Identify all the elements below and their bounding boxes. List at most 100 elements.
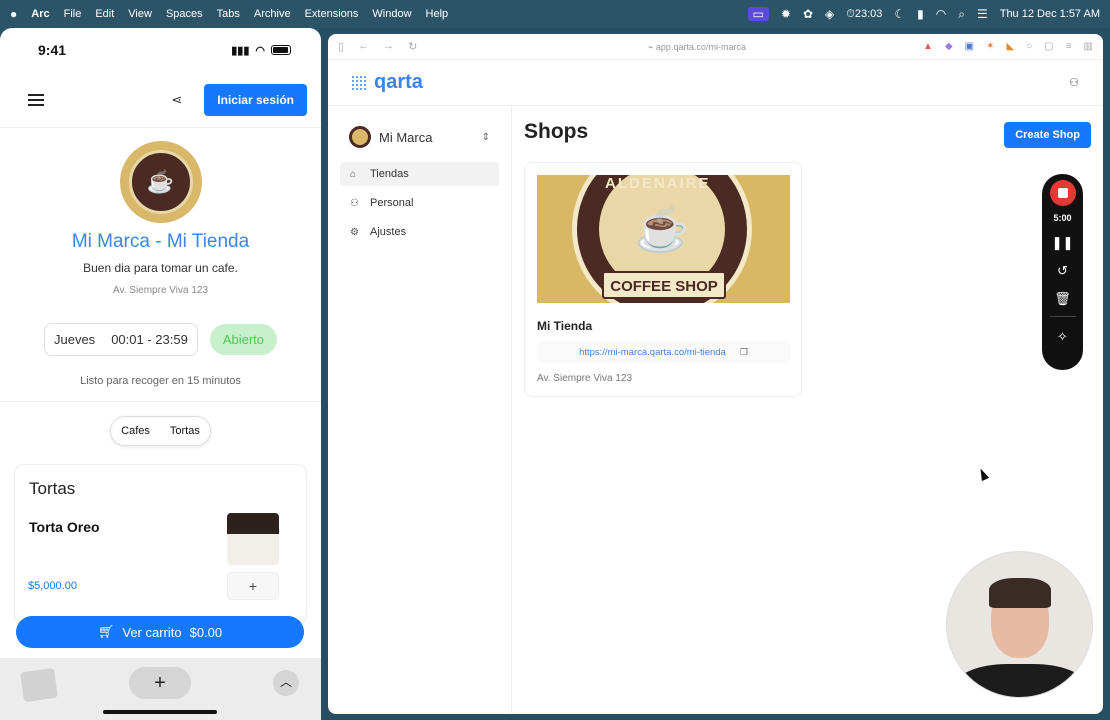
login-button[interactable]: Iniciar sesión xyxy=(204,83,307,116)
gear-icon[interactable]: ✹ xyxy=(781,8,791,20)
menu-edit[interactable]: Edit xyxy=(95,8,114,20)
extension-icon[interactable]: ▲ xyxy=(923,41,933,52)
menu-datetime[interactable]: Thu 12 Dec 1:57 AM xyxy=(1000,8,1100,20)
restart-icon[interactable]: ↺ xyxy=(1042,263,1083,279)
menu-archive[interactable]: Archive xyxy=(254,8,291,20)
menu-file[interactable]: File xyxy=(64,8,82,20)
brand-avatar xyxy=(349,126,371,148)
product-price: $5,000.00 xyxy=(28,580,77,592)
menu-bar: ● Arc File Edit View Spaces Tabs Archive… xyxy=(0,0,1110,28)
menu-app-name[interactable]: Arc xyxy=(31,8,49,20)
brand-address: Av. Siempre Viva 123 xyxy=(112,285,209,296)
menu-status-area: ▭ ✹ ✿ ◈ ⏱23:03 ☾ ▮ ◠ ⌕ ☰ Thu 12 Dec 1:57… xyxy=(747,7,1100,21)
control-center-icon[interactable]: ☰ xyxy=(977,8,988,20)
menu-view[interactable]: View xyxy=(128,8,152,20)
copy-icon[interactable]: ❐ xyxy=(740,347,748,358)
phone-status-bar: 9:41 ▮▮▮ ◠ xyxy=(0,28,321,72)
banner-ribbon-text: COFFEE SHOP xyxy=(602,271,726,299)
extension-icon[interactable]: ◆ xyxy=(945,41,953,52)
create-shop-button[interactable]: Create Shop xyxy=(1004,122,1091,148)
menu-timer[interactable]: ⏱23:03 xyxy=(846,8,882,21)
app-sidebar: Mi Marca ⇕ ⌂ Tiendas ⚇ Personal ⚙ Ajuste… xyxy=(328,106,512,714)
shop-link[interactable]: https://mi-marca.qarta.co/mi-tienda xyxy=(579,347,726,358)
recording-time: 5:00 xyxy=(1053,213,1072,223)
user-icon: ⚇ xyxy=(350,197,359,209)
shop-card[interactable]: ☕ ALDENAIRE COFFEE SHOP Mi Tienda https:… xyxy=(524,162,802,397)
webcam-bubble[interactable] xyxy=(946,551,1093,698)
stop-recording-button[interactable] xyxy=(1049,180,1076,206)
extension-icon[interactable]: ○ xyxy=(1026,41,1032,52)
wifi-icon[interactable]: ◠ xyxy=(936,8,946,20)
signal-icon: ▮▮▮ xyxy=(231,44,250,57)
sidebar-item-personal[interactable]: ⚇ Personal xyxy=(340,191,499,215)
view-cart-button[interactable]: 🛒︎ Ver carrito $0.00 xyxy=(16,616,304,648)
menu-extensions[interactable]: Extensions xyxy=(305,8,359,20)
extension-icon[interactable]: ▢ xyxy=(1044,41,1053,52)
status-badge: Abierto xyxy=(209,324,278,355)
category-tab-cafes[interactable]: Cafes xyxy=(111,417,160,445)
sidebar-item-label: Personal xyxy=(370,197,414,209)
menu-spaces[interactable]: Spaces xyxy=(166,8,203,20)
divider xyxy=(0,401,321,402)
phone-header: ⋖ Iniciar sesión xyxy=(0,72,321,128)
banner-top-text: ALDENAIRE xyxy=(605,175,711,192)
menu-tabs[interactable]: Tabs xyxy=(217,8,240,20)
tabs-overview-button[interactable] xyxy=(20,667,58,703)
brand-logo: ☕ xyxy=(119,141,202,223)
search-icon[interactable]: ⌕ xyxy=(958,8,965,20)
category-tab-tortas[interactable]: Tortas xyxy=(160,417,210,445)
extension-icon[interactable]: ✶ xyxy=(986,41,994,52)
metamask-icon[interactable]: ◣ xyxy=(1007,41,1015,52)
pickup-time: Listo para recoger en 15 minutos xyxy=(80,375,241,387)
apple-icon[interactable]: ● xyxy=(10,8,17,20)
chevron-up-icon[interactable]: ︿ xyxy=(273,670,299,696)
openai-icon[interactable]: ✿ xyxy=(803,8,813,20)
cart-label: Ver carrito xyxy=(122,624,182,640)
sidebar-toggle-icon[interactable]: ▯ xyxy=(338,40,344,53)
cart-total: $0.00 xyxy=(189,624,223,640)
product-image[interactable] xyxy=(227,513,279,565)
moon-icon[interactable]: ☾ xyxy=(894,8,905,20)
store-icon: ⌂ xyxy=(350,168,357,180)
menu-window[interactable]: Window xyxy=(372,8,411,20)
reload-icon[interactable]: ↻ xyxy=(408,40,417,53)
stack-icon[interactable]: ◈ xyxy=(825,8,834,20)
home-indicator xyxy=(103,710,217,714)
brand-selector[interactable]: Mi Marca ⇕ xyxy=(349,126,490,148)
hamburger-menu-icon[interactable] xyxy=(28,93,44,106)
stop-icon xyxy=(1057,188,1068,198)
hours-selector[interactable]: Jueves 00:01 - 23:59 xyxy=(43,323,198,356)
phone-time: 9:41 xyxy=(38,42,67,58)
gear-icon: ⚙ xyxy=(350,226,359,238)
page-title: Shops xyxy=(524,120,589,143)
share-icon[interactable]: ⋖ xyxy=(171,92,182,108)
menu-help[interactable]: Help xyxy=(426,8,449,20)
user-icon[interactable]: ⚇ xyxy=(1069,76,1079,89)
pause-icon[interactable]: ❚❚ xyxy=(1042,235,1083,251)
split-view-icon[interactable]: ▥ xyxy=(1084,41,1093,52)
sidebar-item-tiendas[interactable]: ⌂ Tiendas xyxy=(340,162,499,186)
url-field[interactable]: ⌁ app.qarta.co/mi-marca xyxy=(648,42,746,53)
extension-icon[interactable]: ≡ xyxy=(1066,41,1072,52)
chevron-up-down-icon: ⇕ xyxy=(481,131,490,143)
effects-icon[interactable]: ✧ xyxy=(1042,329,1083,345)
extension-icon[interactable]: ▣ xyxy=(965,41,974,52)
section-title: Tortas xyxy=(29,479,76,498)
battery-icon[interactable]: ▮ xyxy=(917,8,924,20)
url-text: app.qarta.co/mi-marca xyxy=(655,42,746,52)
trash-icon[interactable]: 🗑︎ xyxy=(1042,291,1083,307)
recorder-controls: 5:00 ❚❚ ↺ 🗑︎ ✧ xyxy=(1042,174,1083,370)
sidebar-item-ajustes[interactable]: ⚙ Ajustes xyxy=(340,220,499,244)
screen-mirror-icon[interactable]: ▭ xyxy=(747,7,769,21)
new-tab-button[interactable]: + xyxy=(129,667,191,699)
hours-day: Jueves xyxy=(53,332,96,347)
sidebar-item-label: Ajustes xyxy=(370,226,407,238)
hours-range: 00:01 - 23:59 xyxy=(111,332,188,347)
phone-status-icons: ▮▮▮ ◠ xyxy=(231,44,291,57)
back-arrow-icon[interactable]: ← xyxy=(358,40,369,53)
forward-arrow-icon[interactable]: → xyxy=(383,40,394,53)
product-section: Tortas Torta Oreo $5,000.00 + xyxy=(14,464,307,624)
brand-title: Mi Marca - Mi Tienda xyxy=(71,231,250,252)
qarta-logo[interactable]: qarta xyxy=(352,71,423,94)
add-to-cart-button[interactable]: + xyxy=(227,572,279,600)
